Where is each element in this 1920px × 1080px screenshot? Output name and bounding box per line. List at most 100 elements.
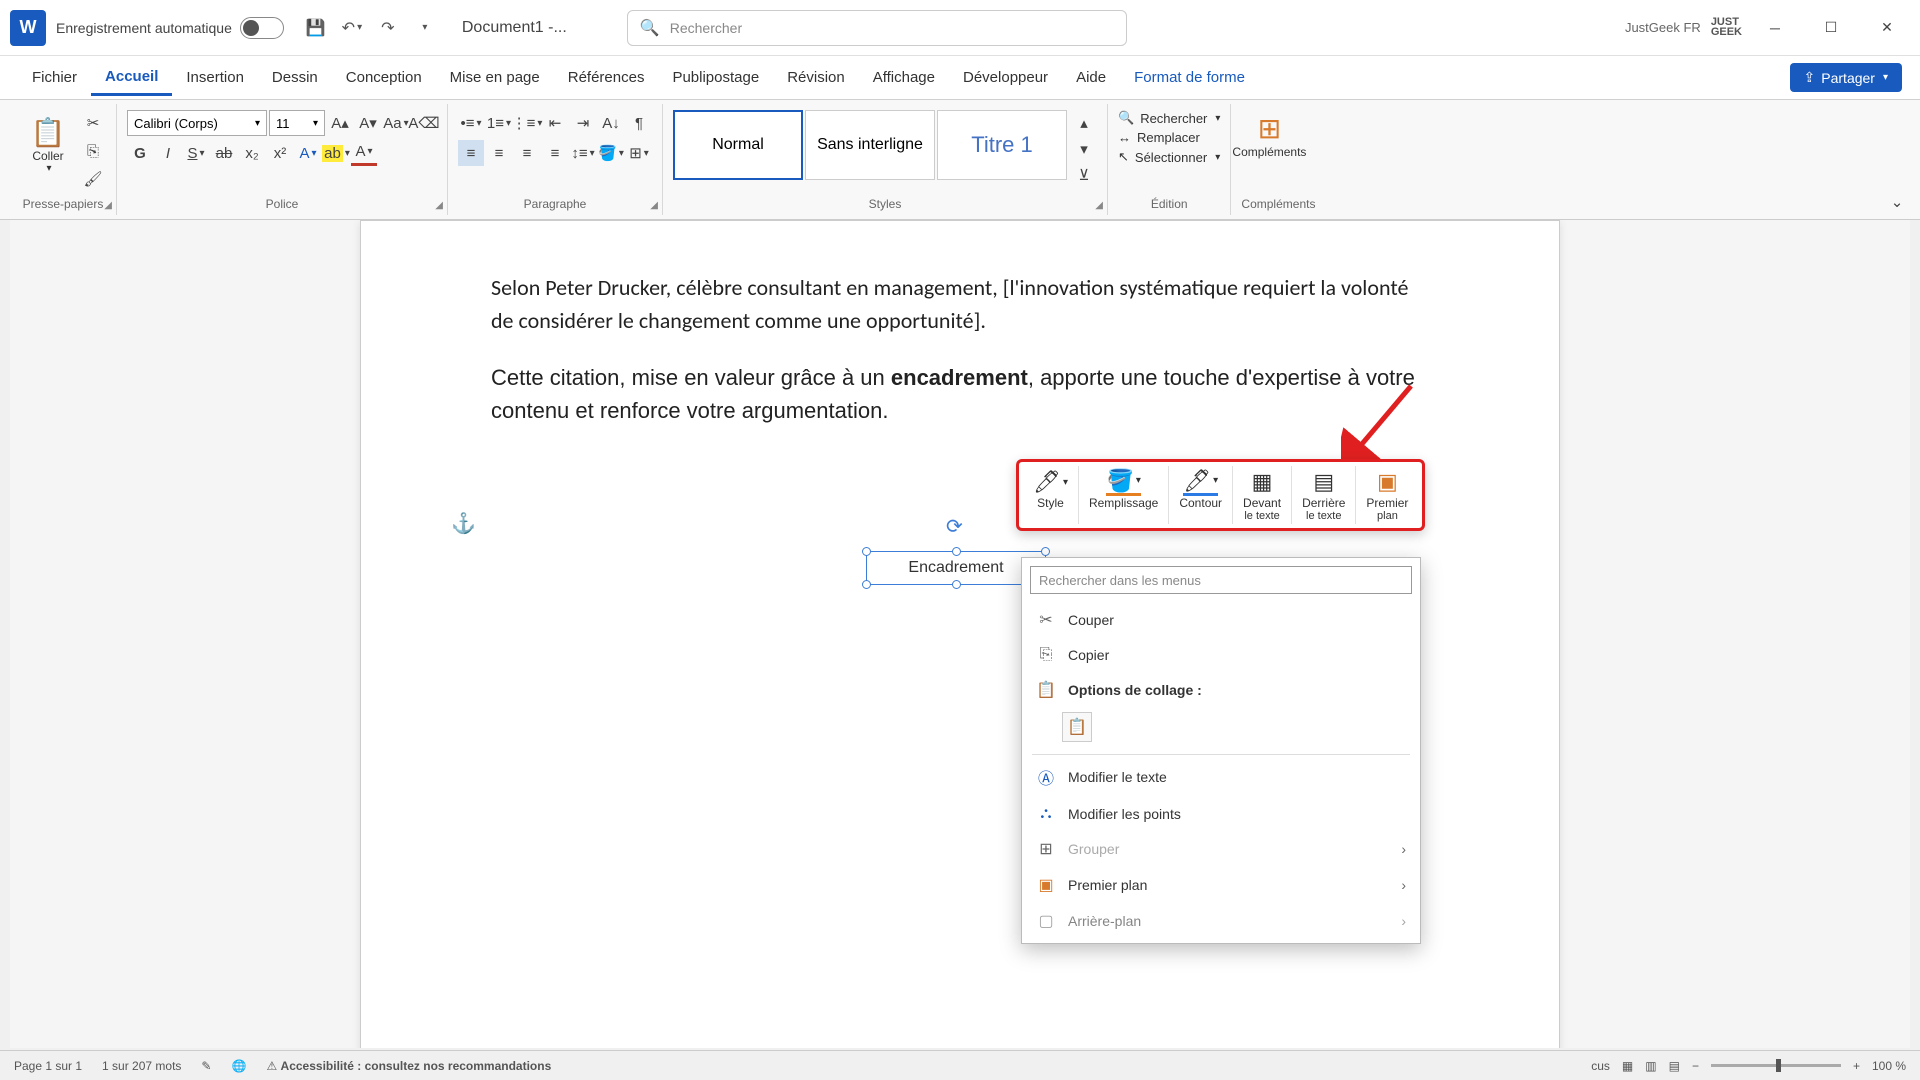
view-print-layout[interactable]: ▥ <box>1645 1059 1656 1073</box>
tab-aide[interactable]: Aide <box>1062 61 1120 94</box>
strikethrough-button[interactable]: ab <box>211 140 237 166</box>
copy-button[interactable]: ⎘ <box>80 138 106 164</box>
format-painter-button[interactable]: 🖌 <box>80 166 106 192</box>
styles-launcher[interactable]: ◢ <box>1095 200 1103 211</box>
underline-button[interactable]: S▾ <box>183 140 209 166</box>
share-button[interactable]: ⇪ Partager ▾ <box>1790 63 1902 92</box>
document-page[interactable]: Selon Peter Drucker, célèbre consultant … <box>360 220 1560 1048</box>
tab-dessin[interactable]: Dessin <box>258 61 332 94</box>
save-button[interactable]: 💾 <box>302 14 330 42</box>
zoom-value[interactable]: 100 % <box>1872 1059 1906 1073</box>
redo-button[interactable]: ↷ <box>374 14 402 42</box>
status-language-icon[interactable]: 🌐 <box>231 1059 246 1073</box>
cut-button[interactable]: ✂ <box>80 110 106 136</box>
tab-format-de-forme[interactable]: Format de forme <box>1120 61 1259 94</box>
close-button[interactable]: ✕ <box>1864 8 1910 48</box>
borders-button[interactable]: ⊞▾ <box>626 140 652 166</box>
menu-edit-points[interactable]: ⛬Modifier les points <box>1022 797 1420 831</box>
subscript-button[interactable]: x₂ <box>239 140 265 166</box>
menu-send-back[interactable]: ▢Arrière-plan› <box>1022 903 1420 939</box>
styles-down[interactable]: ▾ <box>1071 136 1097 162</box>
handle-top-right[interactable] <box>1041 547 1050 556</box>
handle-top-left[interactable] <box>862 547 871 556</box>
text-box-shape[interactable]: ⟳ Encadrement <box>866 551 1046 585</box>
clipboard-launcher[interactable]: ◢ <box>104 200 112 211</box>
styles-up[interactable]: ▴ <box>1071 110 1097 136</box>
paste-button[interactable]: 📋 Coller▾ <box>20 110 76 174</box>
zoom-slider[interactable] <box>1711 1064 1841 1067</box>
autosave-toggle[interactable] <box>240 17 284 39</box>
menu-bring-front[interactable]: ▣Premier plan› <box>1022 867 1420 903</box>
tab-revision[interactable]: Révision <box>773 61 859 94</box>
bold-button[interactable]: G <box>127 140 153 166</box>
align-right-button[interactable]: ≡ <box>514 140 540 166</box>
find-button[interactable]: 🔍Rechercher▾ <box>1118 110 1220 126</box>
tab-mise-en-page[interactable]: Mise en page <box>436 61 554 94</box>
font-color-button[interactable]: A▾ <box>351 140 377 166</box>
status-accessibility[interactable]: ⚠ Accessibilité : consultez nos recomman… <box>266 1059 551 1073</box>
sort-button[interactable]: A↓ <box>598 110 624 136</box>
tab-references[interactable]: Références <box>554 61 659 94</box>
handle-bot-left[interactable] <box>862 580 871 589</box>
styles-more[interactable]: ⊻ <box>1071 162 1097 188</box>
tab-fichier[interactable]: Fichier <box>18 61 91 94</box>
style-normal[interactable]: Normal <box>673 110 803 180</box>
bullets-button[interactable]: •≡▾ <box>458 110 484 136</box>
mini-bring-front[interactable]: ▣Premierplan <box>1356 466 1418 524</box>
qat-customize[interactable]: ▾ <box>410 14 438 42</box>
font-size-combo[interactable]: 11▾ <box>269 110 325 136</box>
menu-search-input[interactable]: Rechercher dans les menus <box>1030 566 1412 594</box>
tab-affichage[interactable]: Affichage <box>859 61 949 94</box>
decrease-font-button[interactable]: A▾ <box>355 110 381 136</box>
align-left-button[interactable]: ≡ <box>458 140 484 166</box>
align-center-button[interactable]: ≡ <box>486 140 512 166</box>
handle-bot-mid[interactable] <box>952 580 961 589</box>
mini-front-text[interactable]: ▦Devantle texte <box>1233 466 1292 524</box>
mini-behind-text[interactable]: ▤Derrièrele texte <box>1292 466 1356 524</box>
tab-conception[interactable]: Conception <box>332 61 436 94</box>
menu-copy[interactable]: ⎘Copier <box>1022 638 1420 672</box>
tab-publipostage[interactable]: Publipostage <box>658 61 773 94</box>
mini-style[interactable]: 🖊▾Style <box>1023 466 1079 524</box>
search-bar[interactable]: 🔍 Rechercher <box>627 10 1127 46</box>
change-case-button[interactable]: Aa▾ <box>383 110 409 136</box>
addins-button[interactable]: ⊞ Compléments <box>1241 106 1297 159</box>
menu-cut[interactable]: ✂Couper <box>1022 602 1420 638</box>
handle-top-mid[interactable] <box>952 547 961 556</box>
status-page[interactable]: Page 1 sur 1 <box>14 1059 82 1073</box>
ribbon-collapse[interactable]: ⌄ <box>1884 189 1910 215</box>
show-marks-button[interactable]: ¶ <box>626 110 652 136</box>
increase-font-button[interactable]: A▴ <box>327 110 353 136</box>
menu-edit-text[interactable]: ⒶModifier le texte <box>1022 757 1420 797</box>
rotate-handle[interactable]: ⟳ <box>946 514 963 539</box>
paste-option-keep-source[interactable]: 📋 <box>1062 712 1092 742</box>
justify-button[interactable]: ≡ <box>542 140 568 166</box>
view-read-mode[interactable]: ▦ <box>1622 1059 1633 1073</box>
maximize-button[interactable]: ☐ <box>1808 8 1854 48</box>
status-words[interactable]: 1 sur 207 mots <box>102 1059 181 1073</box>
shading-button[interactable]: 🪣▾ <box>598 140 624 166</box>
highlight-button[interactable]: ab▾ <box>323 140 349 166</box>
zoom-out[interactable]: − <box>1692 1059 1699 1073</box>
status-focus[interactable]: cus <box>1591 1059 1610 1073</box>
tab-accueil[interactable]: Accueil <box>91 60 172 96</box>
multilevel-button[interactable]: ⋮≡▾ <box>514 110 540 136</box>
superscript-button[interactable]: x² <box>267 140 293 166</box>
italic-button[interactable]: I <box>155 140 181 166</box>
decrease-indent-button[interactable]: ⇤ <box>542 110 568 136</box>
tab-insertion[interactable]: Insertion <box>172 61 258 94</box>
select-button[interactable]: ↖Sélectionner▾ <box>1118 149 1220 165</box>
replace-button[interactable]: ↔Remplacer <box>1118 130 1220 145</box>
mini-outline[interactable]: 🖊▾Contour <box>1169 466 1233 524</box>
paragraph-launcher[interactable]: ◢ <box>650 200 658 211</box>
style-titre-1[interactable]: Titre 1 <box>937 110 1067 180</box>
increase-indent-button[interactable]: ⇥ <box>570 110 596 136</box>
clear-format-button[interactable]: A⌫ <box>411 110 437 136</box>
style-sans-interligne[interactable]: Sans interligne <box>805 110 935 180</box>
text-effects-button[interactable]: A▾ <box>295 140 321 166</box>
tab-developpeur[interactable]: Développeur <box>949 61 1062 94</box>
zoom-in[interactable]: + <box>1853 1059 1860 1073</box>
font-name-combo[interactable]: Calibri (Corps)▾ <box>127 110 267 136</box>
undo-button[interactable]: ↶▾ <box>338 14 366 42</box>
status-spellcheck-icon[interactable]: ✎ <box>201 1059 211 1073</box>
